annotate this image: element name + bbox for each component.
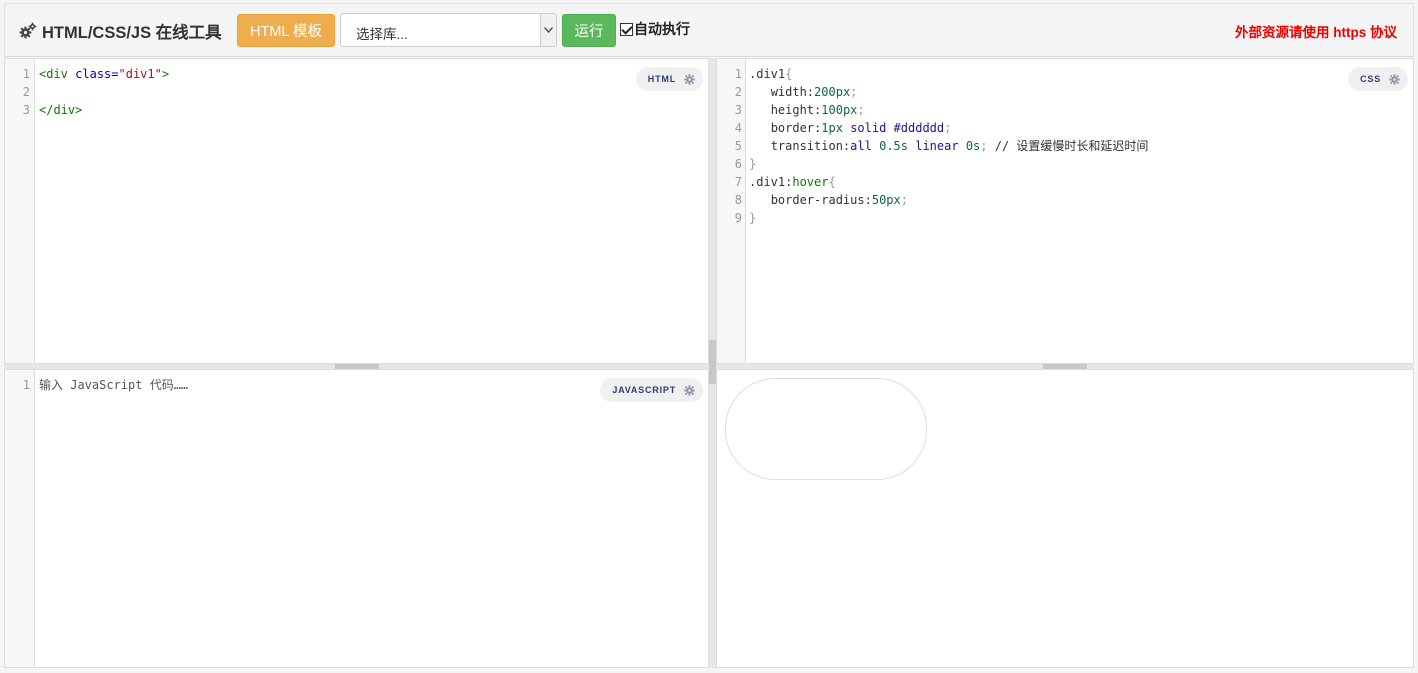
line-number: 1: [22, 378, 30, 392]
html-mode-badge[interactable]: HTML: [635, 67, 703, 91]
js-placeholder[interactable]: 输入 JavaScript 代码……: [39, 376, 188, 394]
autorun-label: 自动执行: [634, 21, 690, 37]
column-splitter[interactable]: [709, 58, 716, 668]
gear-icon[interactable]: [684, 73, 695, 85]
css-mode-badge[interactable]: CSS: [1348, 67, 1408, 91]
app-title: HTML/CSS/JS 在线工具: [42, 24, 222, 42]
cogs-icon: [19, 22, 37, 39]
line-number: 4: [734, 121, 742, 135]
autorun-checkbox[interactable]: [620, 22, 633, 36]
css-gutter: 1 2 3 4 5 6 7 8 9: [717, 59, 746, 363]
library-select-value: 选择库...: [356, 27, 408, 42]
preview-div1[interactable]: [725, 378, 927, 480]
splitter-grip[interactable]: [709, 340, 716, 384]
line-number: 6: [734, 157, 742, 171]
js-gutter: 1: [5, 370, 35, 667]
html-line-numbers: 1 2 3: [23, 65, 30, 119]
line-number: 9: [734, 211, 742, 225]
js-mode-badge[interactable]: JAVASCRIPT: [600, 378, 703, 402]
js-line-numbers: 1: [23, 376, 30, 394]
app-brand: HTML/CSS/JS 在线工具: [19, 20, 222, 42]
https-notice: 外部资源请使用 https 协议: [1235, 25, 1397, 40]
css-line-numbers: 1 2 3 4 5 6 7 8 9: [735, 65, 742, 227]
app-root: HTML/CSS/JS 在线工具 HTML 模板 选择库... 运行 自动执行 …: [0, 0, 1418, 673]
autorun-toggle[interactable]: 自动执行: [620, 20, 690, 38]
js-badge-label: JAVASCRIPT: [612, 385, 676, 395]
css-code[interactable]: .div1{ width:200px; height:100px; border…: [749, 65, 1148, 227]
css-comment: // 设置缓慢时长和延迟时间: [994, 139, 1149, 153]
js-editor[interactable]: 1 输入 JavaScript 代码…… JAVASCRIPT: [4, 369, 709, 668]
chevron-down-icon[interactable]: [540, 14, 556, 46]
line-number: 7: [734, 175, 742, 189]
html-gutter: 1 2 3: [5, 59, 35, 363]
css-badge-label: CSS: [1360, 74, 1381, 84]
html-badge-label: HTML: [647, 74, 676, 84]
html-editor[interactable]: 1 2 3 <div class="div1"> </div> HTML: [4, 58, 709, 364]
line-number: 3: [734, 103, 742, 117]
line-number: 2: [734, 85, 742, 99]
library-select[interactable]: 选择库...: [340, 13, 557, 47]
line-number: 1: [22, 67, 30, 81]
line-number: 2: [22, 85, 30, 99]
html-template-button[interactable]: HTML 模板: [237, 14, 335, 47]
line-number: 1: [734, 67, 742, 81]
css-editor[interactable]: 1 2 3 4 5 6 7 8 9 .div1{ width:200px; he…: [716, 58, 1414, 364]
line-number: 8: [734, 193, 742, 207]
line-number: 5: [734, 139, 742, 153]
toolbar: HTML/CSS/JS 在线工具 HTML 模板 选择库... 运行 自动执行 …: [4, 3, 1414, 57]
html-code[interactable]: <div class="div1"> </div>: [39, 65, 169, 119]
result-preview[interactable]: [716, 369, 1414, 668]
run-button[interactable]: 运行: [562, 14, 616, 47]
gear-icon[interactable]: [1389, 73, 1400, 85]
gear-icon[interactable]: [684, 384, 695, 396]
line-number: 3: [22, 103, 30, 117]
